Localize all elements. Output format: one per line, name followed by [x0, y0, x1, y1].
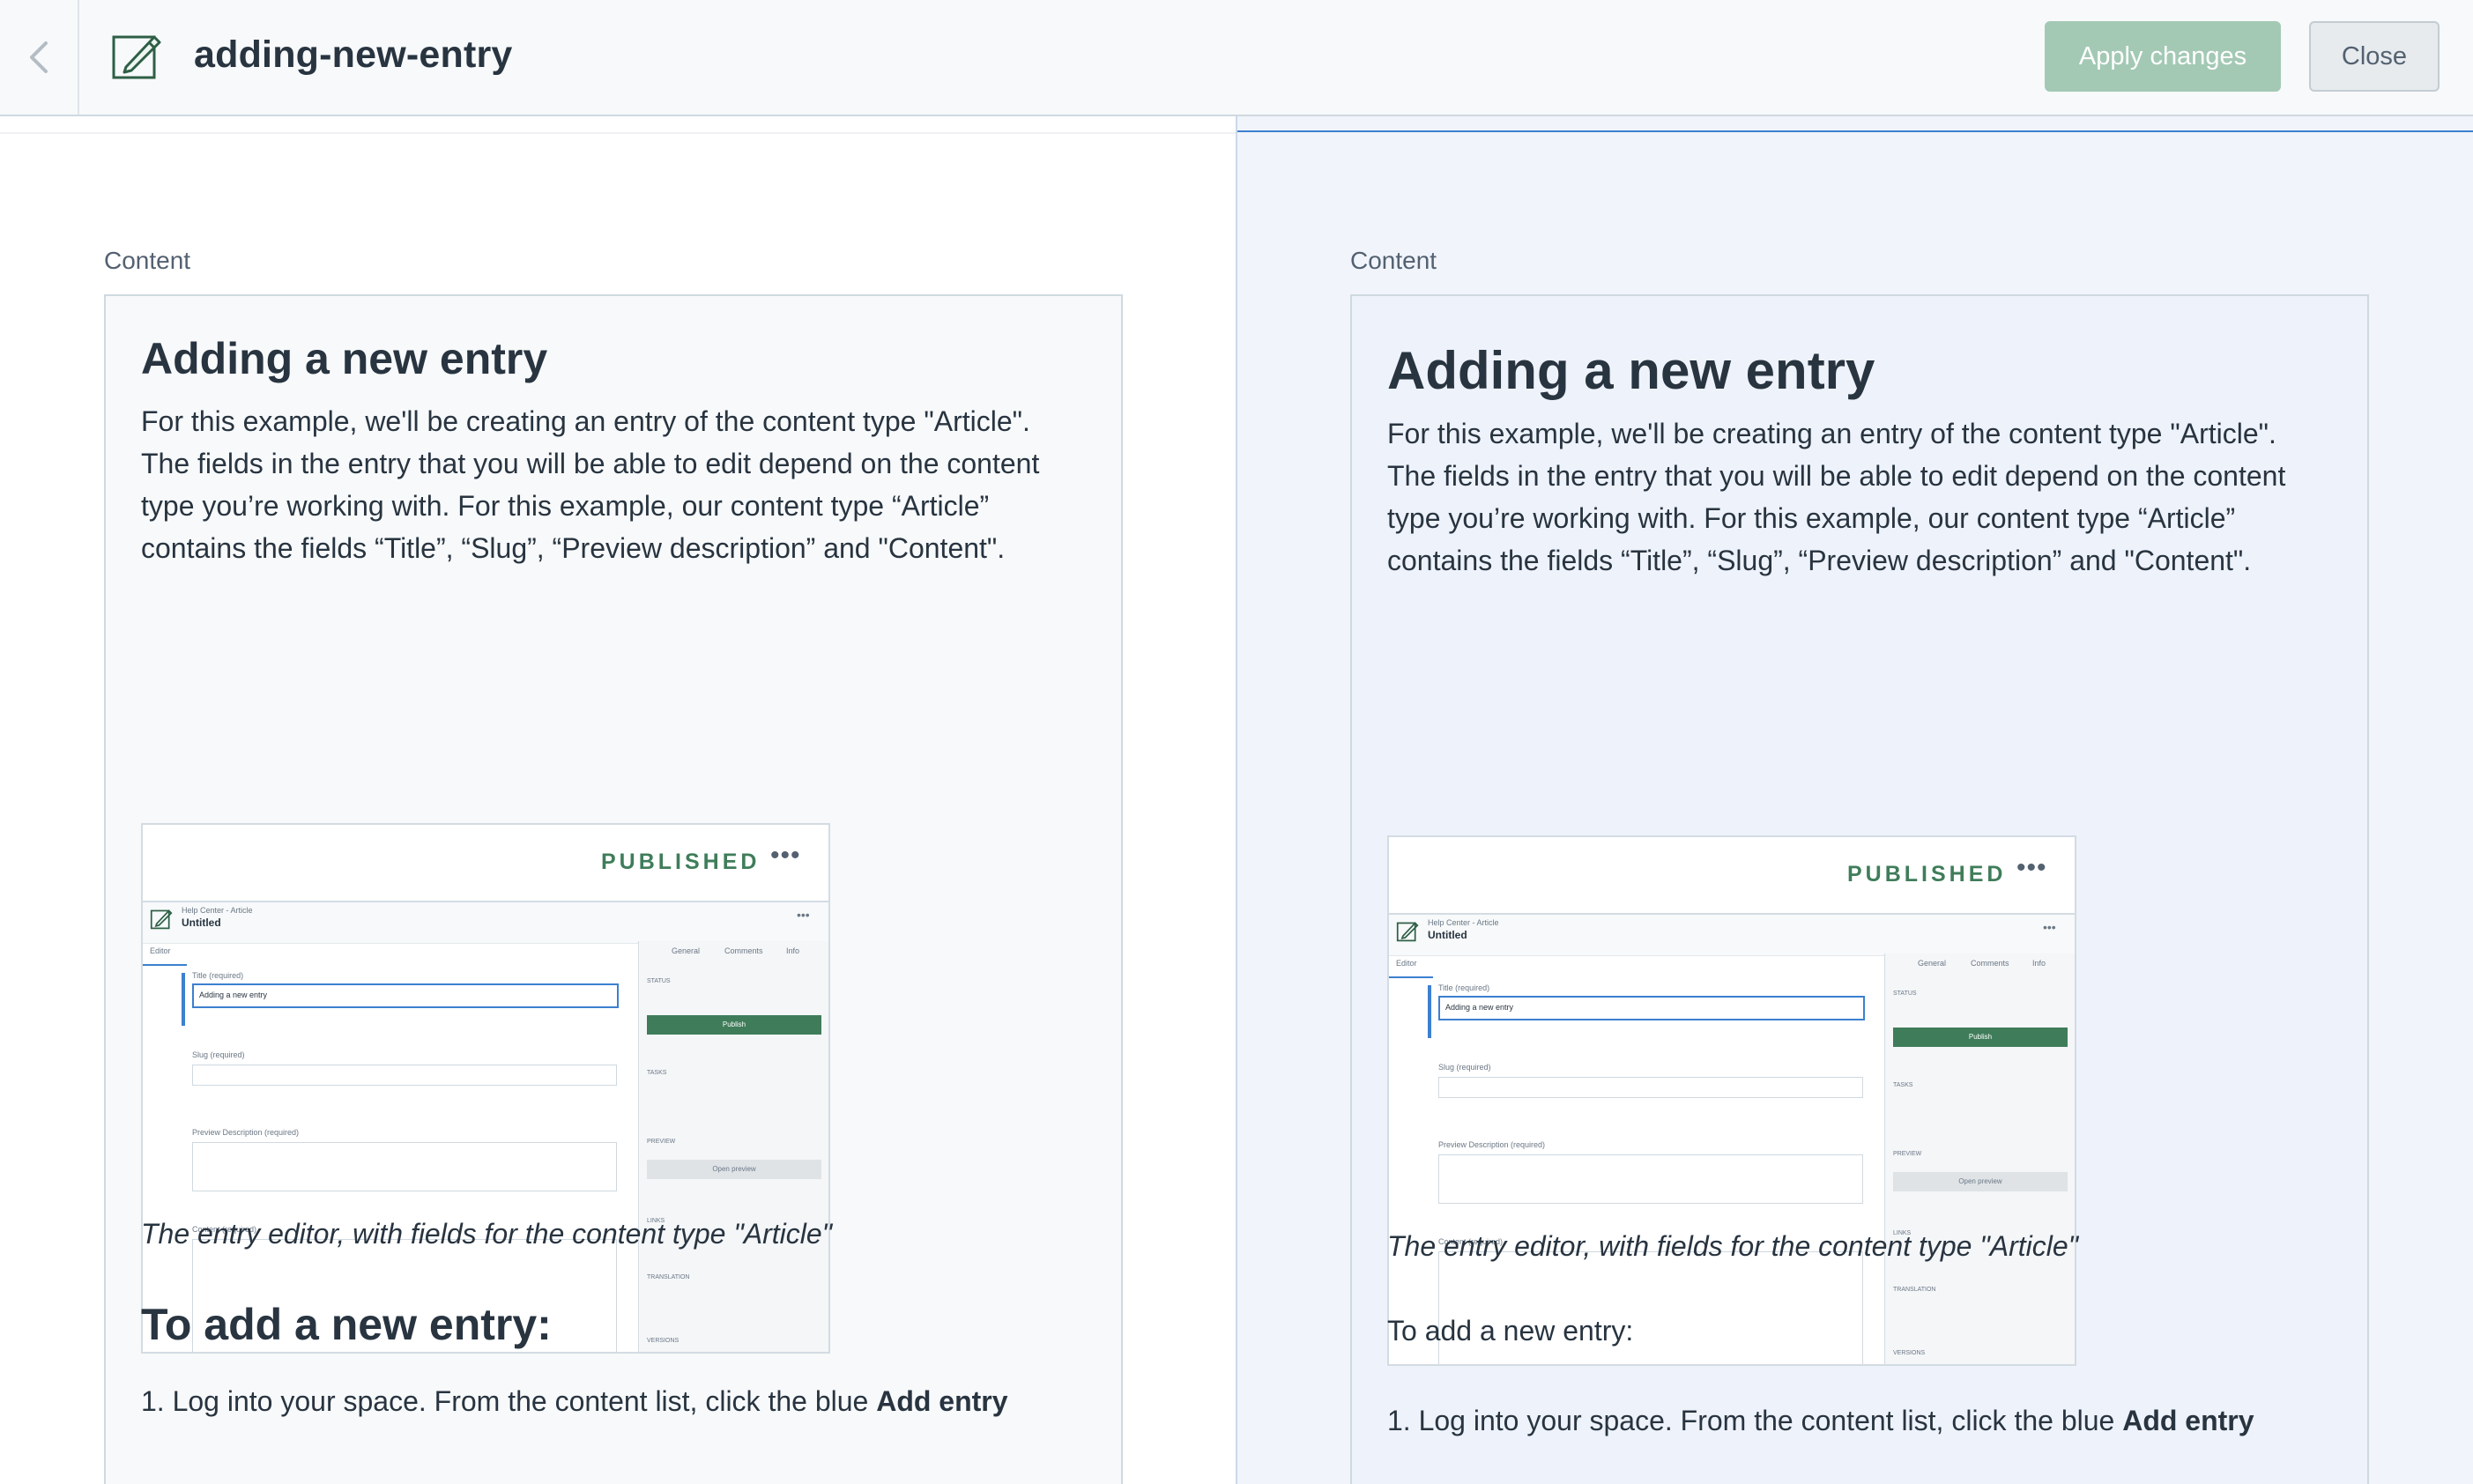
entry-edit-icon: [150, 909, 173, 930]
page-title: adding-new-entry: [194, 33, 513, 76]
thumb-tab-indicator: [1389, 976, 1433, 978]
thumb-versions-label: VERSIONS: [1893, 1350, 1926, 1356]
more-options-icon: •••: [2043, 920, 2056, 934]
more-options-icon: •••: [2016, 853, 2047, 882]
thumb-tab-indicator: [143, 964, 187, 966]
more-options-icon: •••: [770, 841, 801, 870]
thumb-title-input: Adding a new entry: [1438, 996, 1865, 1020]
thumb-preview-desc-input: [192, 1142, 617, 1191]
chevron-left-icon: [30, 41, 48, 73]
thumb-versions-label: VERSIONS: [647, 1338, 680, 1344]
top-bar: adding-new-entry Apply changes Close: [0, 0, 2473, 116]
entry-editor-screenshot: PUBLISHED ••• Help Center - Article Unti…: [1387, 835, 2076, 1366]
thumb-entry-header: Help Center - Article Untitled •••: [1389, 913, 2075, 956]
thumb-tab-comments: Comments: [724, 946, 763, 955]
doc-heading: Adding a new entry: [1387, 341, 1875, 400]
thumb-tasks-label: TASKS: [647, 1070, 667, 1076]
thumb-tab-editor: Editor: [1396, 959, 1417, 968]
focus-border-top: [1237, 130, 2473, 132]
thumb-tab-info: Info: [2032, 959, 2046, 968]
thumb-slug-label: Slug (required): [192, 1050, 245, 1059]
thumb-focus-bar: [1428, 985, 1431, 1038]
pane-divider-line: [0, 132, 1236, 134]
paragraph-line: type you’re working with. For this examp…: [1387, 502, 2236, 534]
content-field-label: Content: [1350, 247, 1437, 274]
right-pane: Content Adding a new entry For this exam…: [1237, 116, 2473, 1484]
thumb-title-label: Title (required): [192, 971, 244, 980]
list-item-text: 1. Log into your space. From the content…: [141, 1385, 877, 1417]
thumb-sidebar: [1884, 953, 2075, 1364]
entry-edit-icon: [1396, 922, 1419, 942]
content-editor[interactable]: Adding a new entry For this example, we'…: [104, 294, 1123, 1484]
thumb-tab-comments: Comments: [1971, 959, 2009, 968]
published-status: PUBLISHED: [601, 850, 761, 874]
thumb-entry-name: Untitled: [1428, 929, 1467, 941]
entry-edit-icon: [112, 35, 161, 79]
close-button[interactable]: Close: [2309, 21, 2440, 92]
thumb-slug-input: [192, 1065, 617, 1086]
doc-subheading: To add a new entry:: [141, 1300, 552, 1349]
image-caption: The entry editor, with fields for the co…: [1387, 1230, 2078, 1262]
thumb-preview-desc-label: Preview Description (required): [1438, 1140, 1546, 1149]
thumb-preview-desc-label: Preview Description (required): [192, 1128, 300, 1137]
thumb-slug-input: [1438, 1077, 1863, 1098]
content-field-label: Content: [104, 247, 191, 274]
doc-heading: Adding a new entry: [141, 334, 548, 383]
paragraph-line: For this example, we'll be creating an e…: [141, 405, 1030, 437]
thumb-breadcrumb: Help Center - Article: [1428, 918, 1499, 927]
image-caption: The entry editor, with fields for the co…: [141, 1218, 832, 1250]
thumb-publish-button: Publish: [647, 1015, 821, 1035]
thumb-title-value: Adding a new entry: [199, 991, 268, 999]
paragraph-line: contains the fields “Title”, “Slug”, “Pr…: [1387, 545, 2252, 576]
doc-paragraph: For this example, we'll be creating an e…: [141, 400, 1102, 569]
back-button[interactable]: [0, 0, 79, 115]
thumb-entry-name: Untitled: [182, 916, 221, 929]
doc-paragraph: For this example, we'll be creating an e…: [1387, 412, 2348, 582]
paragraph-line: type you’re working with. For this examp…: [141, 490, 990, 522]
list-item-bold: Add entry: [2122, 1405, 2254, 1436]
thumb-sidebar: [638, 941, 828, 1352]
thumb-breadcrumb: Help Center - Article: [182, 906, 253, 915]
thumb-preview-label: PREVIEW: [647, 1139, 676, 1145]
thumb-tab-info: Info: [786, 946, 800, 955]
thumb-content-input: [1438, 1251, 1863, 1364]
left-pane: Content Adding a new entry For this exam…: [0, 116, 1236, 1484]
more-options-icon: •••: [797, 908, 810, 922]
thumb-tab-general: General: [1918, 959, 1947, 968]
thumb-preview-desc-input: [1438, 1154, 1863, 1204]
thumb-status-label: STATUS: [1893, 991, 1917, 997]
paragraph-line: contains the fields “Title”, “Slug”, “Pr…: [141, 532, 1006, 564]
thumb-tab-general: General: [672, 946, 701, 955]
list-item-bold: Add entry: [876, 1385, 1008, 1417]
thumb-translation-label: TRANSLATION: [647, 1274, 690, 1280]
apply-changes-button[interactable]: Apply changes: [2045, 21, 2281, 92]
paragraph-line: The fields in the entry that you will be…: [141, 448, 1040, 479]
paragraph-line: The fields in the entry that you will be…: [1387, 460, 2286, 492]
list-item: 1. Log into your space. From the content…: [141, 1385, 1008, 1418]
thumb-preview-label: PREVIEW: [1893, 1151, 1922, 1157]
thumb-title-value: Adding a new entry: [1445, 1003, 1514, 1012]
thumb-entry-header: Help Center - Article Untitled •••: [143, 901, 828, 944]
thumb-title-input: Adding a new entry: [192, 983, 619, 1008]
thumb-translation-label: TRANSLATION: [1893, 1287, 1936, 1293]
list-item: 1. Log into your space. From the content…: [1387, 1405, 2254, 1437]
thumb-title-label: Title (required): [1438, 983, 1490, 992]
thumb-slug-label: Slug (required): [1438, 1063, 1491, 1072]
list-item-text: 1. Log into your space. From the content…: [1387, 1405, 2123, 1436]
thumb-tasks-label: TASKS: [1893, 1082, 1913, 1088]
paragraph-line: For this example, we'll be creating an e…: [1387, 418, 2276, 449]
entry-editor-screenshot: PUBLISHED ••• Help Center - Article Unti…: [141, 823, 830, 1354]
thumb-open-preview-button: Open preview: [647, 1160, 821, 1179]
thumb-tab-editor: Editor: [150, 946, 171, 955]
thumb-focus-bar: [182, 973, 185, 1026]
content-editor[interactable]: Adding a new entry For this example, we'…: [1350, 294, 2369, 1484]
thumb-status-label: STATUS: [647, 978, 671, 984]
thumb-publish-button: Publish: [1893, 1028, 2068, 1047]
thumb-open-preview-button: Open preview: [1893, 1172, 2068, 1191]
doc-subheading: To add a new entry:: [1387, 1315, 1634, 1347]
published-status: PUBLISHED: [1847, 862, 2007, 887]
